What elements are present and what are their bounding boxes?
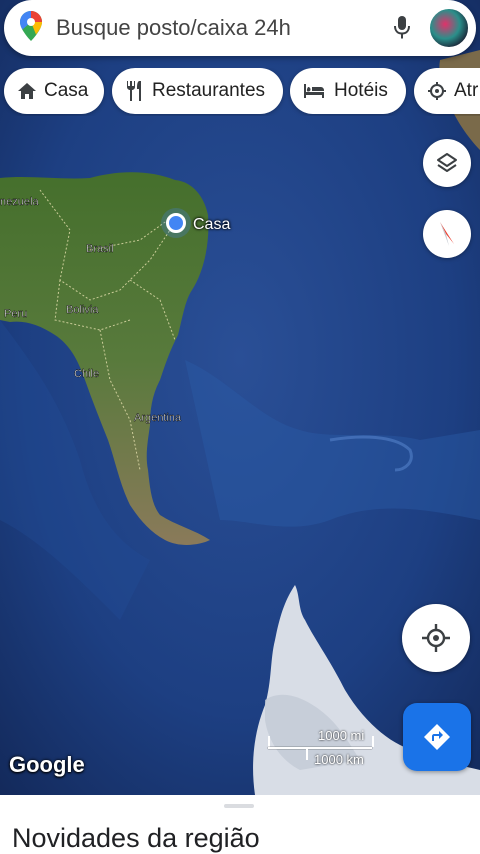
directions-button[interactable]: [403, 703, 471, 771]
chip-label: Hotéis: [334, 80, 388, 101]
sheet-title: Novidades da região: [12, 823, 260, 853]
map-canvas[interactable]: nezuela Brasil Peru Bolivia Chile Argent…: [0, 0, 480, 795]
directions-icon: [424, 724, 450, 750]
google-attribution: Google: [9, 752, 85, 777]
layers-button[interactable]: [423, 139, 471, 187]
attraction-icon: [428, 82, 446, 100]
map-label-venezuela: nezuela: [0, 196, 39, 208]
scale-km: 1000 km: [314, 752, 364, 767]
map-label-bolivia: Bolivia: [66, 304, 99, 316]
scale-miles: 1000 mi: [318, 728, 365, 743]
bottom-sheet[interactable]: Novidades da região: [0, 795, 480, 854]
search-input[interactable]: Busque posto/caixa 24h: [56, 15, 382, 41]
chip-attractions[interactable]: Atr: [414, 68, 480, 114]
home-location-marker[interactable]: [166, 213, 186, 233]
sheet-drag-handle[interactable]: [224, 804, 254, 808]
home-icon: [18, 83, 36, 99]
compass-button[interactable]: [423, 210, 471, 258]
map-label-peru: Peru: [4, 308, 27, 320]
compass-icon: [440, 222, 454, 246]
map-label-argentina: Argentina: [134, 412, 182, 424]
chip-home[interactable]: Casa: [4, 68, 104, 114]
my-location-button[interactable]: [402, 604, 470, 672]
mic-icon[interactable]: [382, 8, 422, 48]
map-scale: 1000 mi 1000 km: [268, 728, 378, 768]
profile-avatar[interactable]: [428, 7, 470, 49]
chip-restaurants[interactable]: Restaurantes: [112, 68, 283, 114]
category-chips: Casa Restaurantes Hotéis Atr: [0, 68, 480, 116]
layers-icon: [437, 153, 457, 172]
home-marker-label[interactable]: Casa: [193, 216, 230, 234]
map-label-chile: Chile: [74, 368, 99, 380]
hotel-icon: [304, 84, 324, 98]
map-label-brasil: Brasil: [86, 243, 114, 255]
chip-label: Restaurantes: [152, 80, 266, 101]
chip-label: Atr: [454, 80, 479, 101]
chip-hotels[interactable]: Hotéis: [290, 68, 406, 114]
maps-logo-icon: [20, 10, 42, 46]
restaurant-icon: [127, 81, 141, 101]
my-location-icon: [422, 624, 450, 652]
search-bar[interactable]: Busque posto/caixa 24h: [4, 0, 476, 56]
chip-label: Casa: [44, 80, 89, 101]
